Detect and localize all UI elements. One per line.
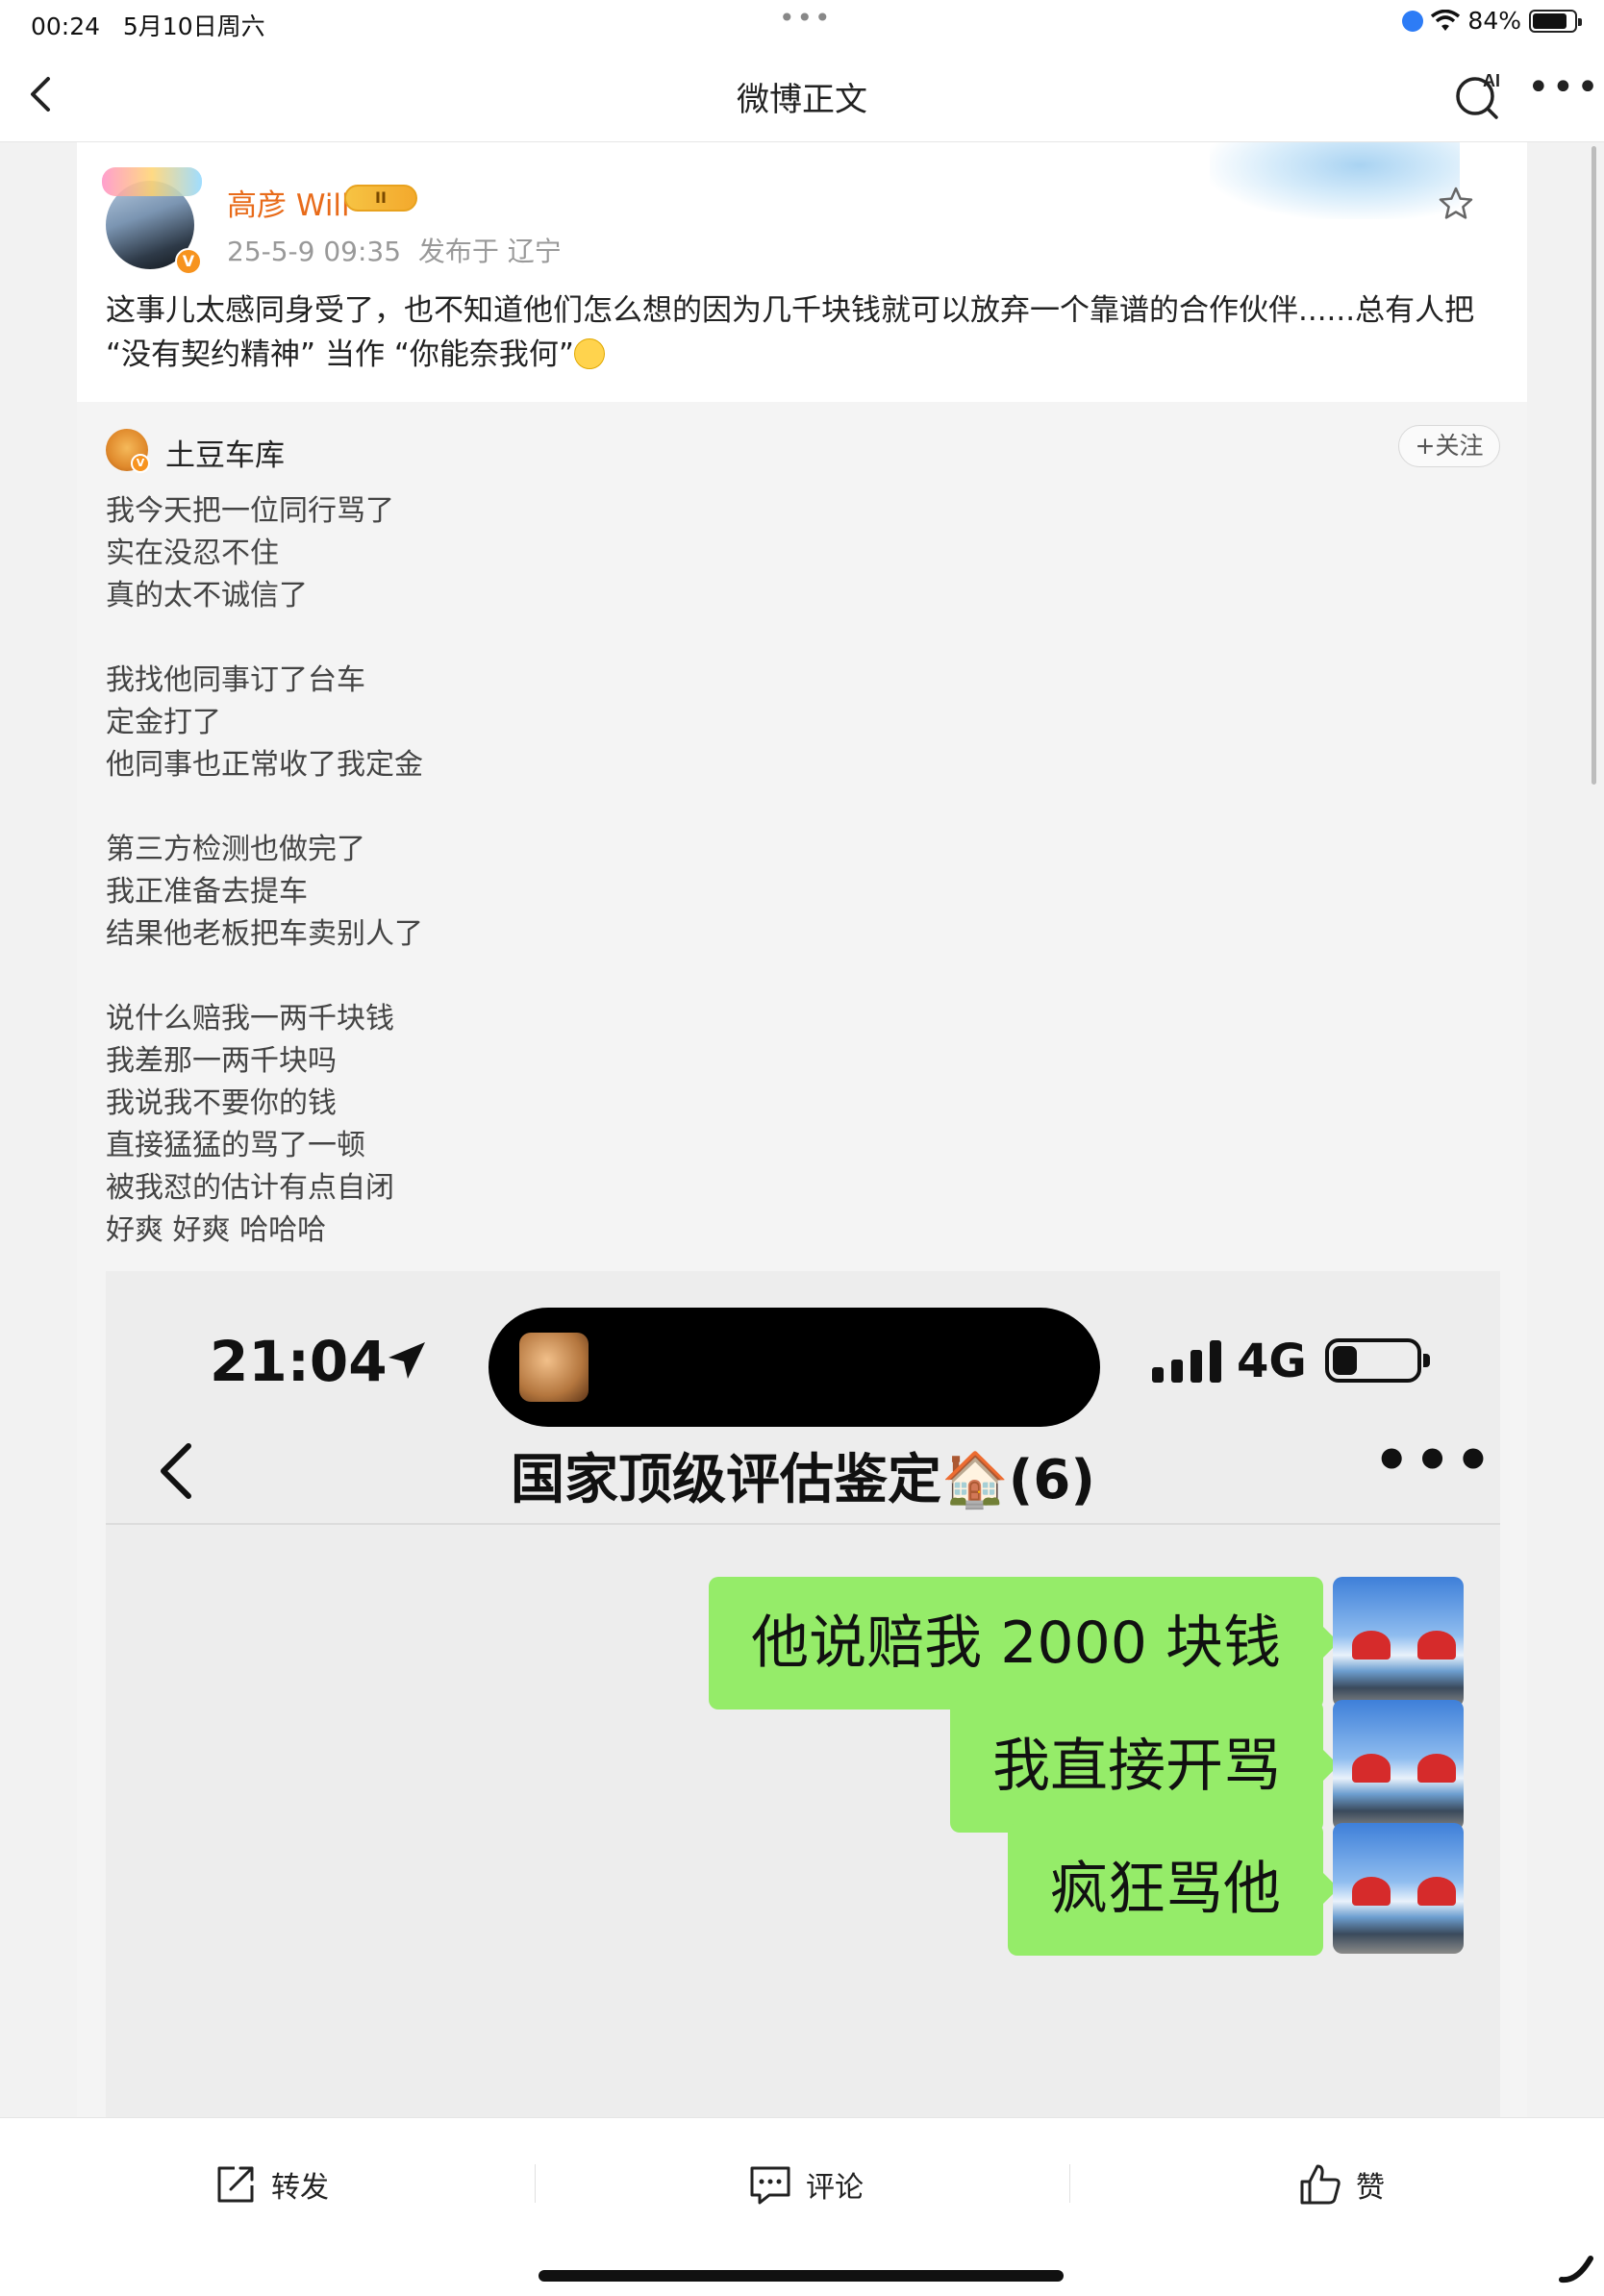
santa-hat-icon [1417,1754,1456,1783]
repost-blank-line [106,786,971,829]
chat-bubble: 他说赔我 2000 块钱 [709,1577,1339,1710]
comment-button[interactable]: 评论 [748,2160,864,2209]
ai-label: AI [1483,71,1500,90]
repost-line: 说什么赔我一两千块钱 [106,1002,394,1036]
screenshot-battery-icon [1325,1338,1430,1383]
repost-button[interactable]: 转发 [213,2160,329,2209]
post-text: 这事儿太感同身受了，也不知道他们怎么想的因为几千块钱就可以放弃一个靠谱的合作伙伴… [106,293,1475,372]
repost-line: 被我怼的估计有点自闭 [106,1171,394,1205]
repost-label: 转发 [271,2171,329,2205]
location-icon [1402,10,1424,32]
chat-bubble: 我直接开骂 [950,1700,1339,1833]
vip-badge: II [344,185,417,212]
santa-hat-icon [1417,1877,1456,1906]
post-card: V 高彦 Will II 25-5-9 09:35 发布于 辽宁 这事儿太感同身… [77,142,1527,402]
repost-line: 定金打了 [106,706,221,739]
repost-line: 直接猛猛的骂了一顿 [106,1129,365,1162]
santa-hat-icon [1417,1631,1456,1660]
repost-line: 我找他同事订了台车 [106,663,365,697]
chat-title: 国家顶级评估鉴定🏠(6) [511,1449,1095,1511]
bottom-action-bar: 转发 评论 赞 [0,2117,1604,2296]
status-bar: 00:24 5月10日周六 ••• 84% [0,0,1604,48]
comment-icon [750,2166,790,2205]
repost-line: 我差那一两千块吗 [106,1044,337,1078]
repost-line: 我说我不要你的钱 [106,1086,337,1120]
repost-line: 我今天把一位同行骂了 [106,494,394,528]
share-icon [217,2166,254,2203]
card-decoration [1210,142,1460,219]
repost-blank-line [106,956,971,998]
repost-line: 结果他老板把车卖别人了 [106,917,423,951]
verified-badge: V [175,248,202,275]
santa-hat-icon [1352,1631,1391,1660]
santa-hat-icon [1352,1754,1391,1783]
follow-button[interactable]: +关注 [1398,425,1500,467]
verified-badge: V [131,454,150,473]
nav-bar: 微博正文 AI ••• [0,48,1604,142]
divider [535,2164,536,2203]
repost-card[interactable]: V 土豆车库 +关注 我今天把一位同行骂了 实在没忍不住 真的太不诚信了我找他同事订… [77,402,1527,2117]
repost-line: 我正准备去提车 [106,875,308,909]
repost-line: 第三方检测也做完了 [106,833,365,866]
pencil-stroke-icon [1559,2256,1593,2284]
signal-icon [1152,1340,1221,1383]
chat-message-row: 疯狂骂他 [694,1823,1464,1958]
wifi-icon [1431,9,1461,31]
post-time: 25-5-9 09:35 [227,236,402,267]
scrollbar[interactable] [1591,146,1596,785]
repost-line: 他同事也正常收了我定金 [106,748,423,782]
author-name[interactable]: 高彦 Will [227,181,350,224]
island-thumbnail [519,1333,589,1402]
emoji-icon [573,338,605,369]
chat-avatar [1333,1700,1464,1831]
ai-search-icon[interactable]: AI [1452,67,1506,121]
more-icon[interactable]: ••• [1527,65,1601,110]
santa-hat-icon [1352,1877,1391,1906]
like-label: 赞 [1356,2171,1385,2205]
battery-icon [1529,9,1582,33]
chat-bubble: 疯狂骂他 [1008,1823,1339,1956]
repost-line: 好爽 好爽 哈哈哈 [106,1213,327,1247]
chat-screenshot-image[interactable]: 21:04 4G 国家顶级评估鉴定🏠(6) ••• 他说赔我 2000 块钱 我… [106,1271,1500,2117]
repost-author-avatar[interactable]: V [106,429,150,473]
repost-blank-line [106,617,971,660]
comment-label: 评论 [806,2171,864,2205]
chat-message-row: 我直接开骂 [694,1700,1464,1834]
post-meta: 25-5-9 09:35 发布于 辽宁 [227,231,562,269]
author-avatar[interactable]: V [102,167,202,275]
repost-author-name[interactable]: 土豆车库 [165,431,285,474]
network-type: 4G [1237,1335,1307,1388]
repost-line: 实在没忍不住 [106,537,279,570]
thumbs-up-icon [1300,2164,1341,2205]
chat-more-icon: ••• [1373,1427,1496,1494]
home-indicator[interactable] [539,2270,1064,2282]
screenshot-status-bar: 21:04 4G [106,1271,1500,1427]
chat-avatar [1333,1823,1464,1954]
chat-message-row: 他说赔我 2000 块钱 [694,1577,1464,1711]
screenshot-time: 21:04 [210,1329,388,1394]
repost-line: 真的太不诚信了 [106,579,308,612]
location-arrow-icon [388,1342,425,1379]
avatar-pendant [102,167,202,196]
chat-avatar [1333,1577,1464,1708]
status-time: 00:24 5月10日周六 [31,12,265,40]
like-button[interactable]: 赞 [1298,2160,1385,2209]
star-icon[interactable] [1437,185,1475,223]
divider [1069,2164,1070,2203]
screenshot-chat-header: 国家顶级评估鉴定🏠(6) ••• [106,1406,1500,1525]
multitask-dots[interactable]: ••• [779,2,833,34]
status-right: 84% [1402,7,1582,35]
post-location: 发布于 辽宁 [417,236,562,267]
battery-percent: 84% [1467,7,1521,35]
page-title: 微博正文 [737,81,867,119]
repost-text: 我今天把一位同行骂了 实在没忍不住 真的太不诚信了我找他同事订了台车 定金打了他同事也… [106,490,971,1252]
